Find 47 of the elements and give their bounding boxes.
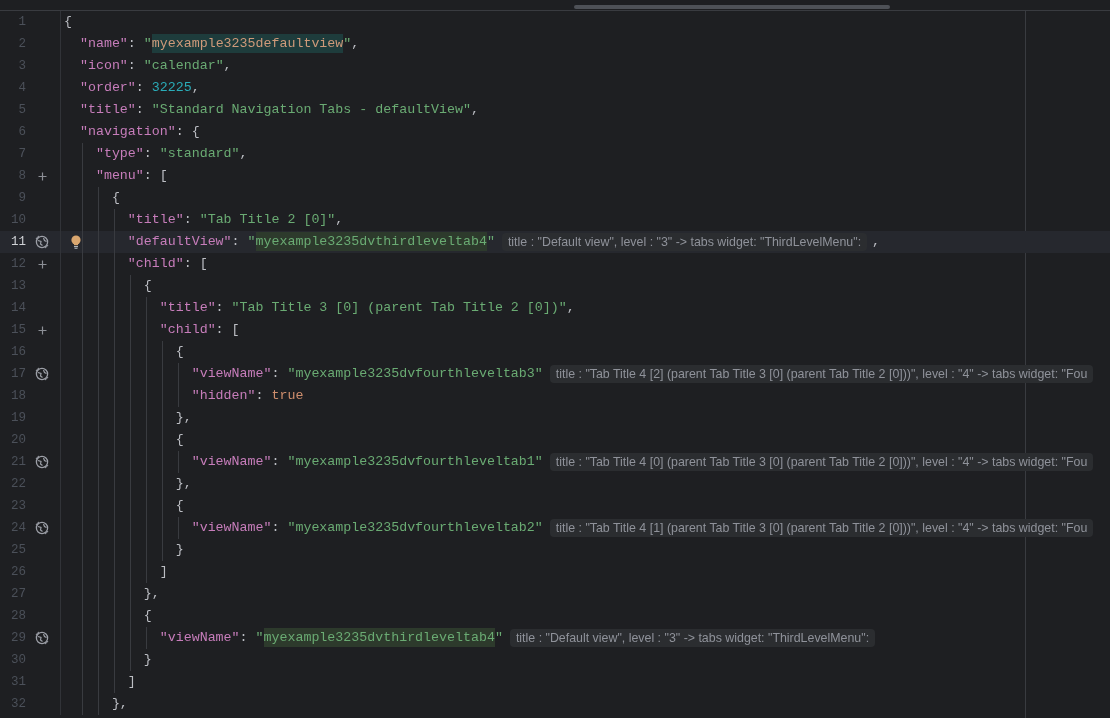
- plus-icon[interactable]: [37, 325, 47, 335]
- code-line: {: [110, 189, 120, 207]
- code-line: {: [174, 343, 184, 361]
- code-line: },: [174, 409, 192, 427]
- code-line: {: [142, 277, 152, 295]
- code-line: "title": "Standard Navigation Tabs - defaultView",: [78, 101, 479, 119]
- code-line: }: [174, 541, 184, 559]
- lightbulb-icon[interactable]: [71, 235, 81, 249]
- code-line: "icon": "calendar",: [78, 57, 232, 75]
- code-line: "navigation": {: [78, 123, 200, 141]
- code-line: "menu": [: [94, 167, 168, 185]
- code-line: "viewName": "myexample3235dvthirdleveltab4": [158, 627, 503, 649]
- punctuation: ,: [872, 233, 881, 251]
- code-line: "hidden": true: [190, 387, 304, 405]
- globe-icon[interactable]: [35, 235, 49, 249]
- code-line: },: [174, 475, 192, 493]
- code-line: "title": "Tab Title 2 [0]",: [126, 211, 344, 229]
- code-line: "viewName": "myexample3235dvfourthleveltab3": [190, 365, 543, 383]
- inlay-hint[interactable]: title : "Default view", level : "3" -> tabs widget: "ThirdLevelMenu":: [501, 233, 868, 251]
- inlay-hint[interactable]: title : "Tab Title 4 [1] (parent Tab Title 3 [0] (parent Tab Title 2 [0]))", level : "4" -> tabs widget: "Fou: [549, 519, 1094, 537]
- code-line: "child": [: [158, 321, 240, 339]
- code-line: {: [174, 431, 184, 449]
- inlay-hint[interactable]: title : "Default view", level : "3" -> tabs widget: "ThirdLevelMenu":: [509, 629, 876, 647]
- code-line: {: [142, 607, 152, 625]
- code-line: }: [142, 651, 152, 669]
- inlay-hint[interactable]: title : "Tab Title 4 [0] (parent Tab Title 3 [0] (parent Tab Title 2 [0]))", level : "4" -> tabs widget: "Fou: [549, 453, 1094, 471]
- plus-icon[interactable]: [37, 171, 47, 181]
- code-line: "title": "Tab Title 3 [0] (parent Tab Title 2 [0])",: [158, 299, 575, 317]
- globe-icon[interactable]: [35, 631, 49, 645]
- code-line: ]: [158, 563, 168, 581]
- code-line: {: [64, 13, 72, 31]
- code-line: "child": [: [126, 255, 208, 273]
- globe-icon[interactable]: [35, 521, 49, 535]
- code-line: },: [142, 585, 160, 603]
- code-line: "order": 32225,: [78, 79, 200, 97]
- code-line: "viewName": "myexample3235dvfourthleveltab1": [190, 453, 543, 471]
- code-line: {: [174, 497, 184, 515]
- globe-icon[interactable]: [35, 367, 49, 381]
- code-line: },: [110, 695, 128, 713]
- code-line: ]: [126, 673, 136, 691]
- inlay-hint[interactable]: title : "Tab Title 4 [2] (parent Tab Title 3 [0] (parent Tab Title 2 [0]))", level : "4" -> tabs widget: "Fou: [549, 365, 1094, 383]
- code-line: "defaultView": "myexample3235dvthirdleveltab4": [126, 231, 495, 253]
- plus-icon[interactable]: [37, 259, 47, 269]
- code-line: "viewName": "myexample3235dvfourthleveltab2": [190, 519, 543, 537]
- globe-icon[interactable]: [35, 455, 49, 469]
- line-number: 11: [10, 235, 26, 249]
- code-line: "type": "standard",: [94, 145, 248, 163]
